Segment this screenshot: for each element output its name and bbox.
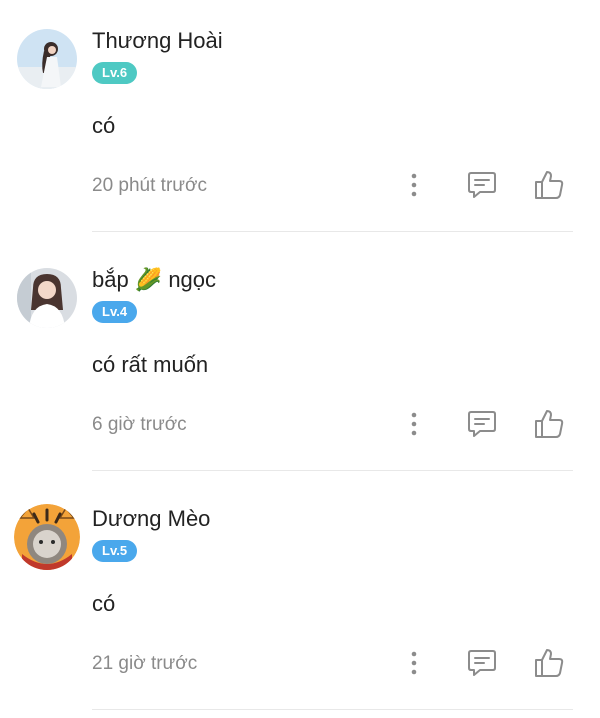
more-vertical-icon[interactable] — [402, 170, 426, 200]
avatar[interactable] — [17, 29, 77, 89]
reply-icon[interactable] — [466, 647, 498, 679]
level-badge: Lv.4 — [92, 301, 138, 323]
more-vertical-icon[interactable] — [402, 648, 426, 678]
comment-timestamp: 21 giờ trước — [92, 653, 198, 674]
comment-timestamp: 20 phút trước — [92, 175, 207, 196]
thumbs-up-icon[interactable] — [532, 407, 566, 441]
comment-text: có — [92, 113, 116, 138]
comment-text: có rất muốn — [92, 352, 209, 377]
reply-icon[interactable] — [466, 169, 498, 201]
avatar-image — [17, 268, 77, 328]
username[interactable]: Thương Hoài — [92, 28, 223, 54]
thumbs-up-icon[interactable] — [532, 168, 566, 202]
avatar-image — [14, 504, 80, 570]
avatar[interactable] — [14, 504, 80, 570]
avatar[interactable] — [17, 268, 77, 328]
divider — [92, 231, 573, 232]
username[interactable]: Dương Mèo — [92, 506, 210, 532]
thumbs-up-icon[interactable] — [532, 646, 566, 680]
divider — [92, 709, 573, 710]
comment-timestamp: 6 giờ trước — [92, 414, 187, 435]
username[interactable]: bắp 🌽 ngọc — [92, 267, 216, 293]
level-badge: Lv.6 — [92, 62, 138, 84]
level-badge: Lv.5 — [92, 540, 138, 562]
more-vertical-icon[interactable] — [402, 409, 426, 439]
comment-item: Thương Hoài Lv.6 có 20 phút trước — [0, 0, 600, 240]
reply-icon[interactable] — [466, 408, 498, 440]
comment-item: Dương Mèo Lv.5 có 21 giờ trước — [0, 478, 600, 718]
comment-item: bắp 🌽 ngọc Lv.4 có rất muốn 6 giờ trước — [0, 239, 600, 479]
comment-text: có — [92, 591, 116, 616]
avatar-image — [17, 29, 77, 89]
divider — [92, 470, 573, 471]
